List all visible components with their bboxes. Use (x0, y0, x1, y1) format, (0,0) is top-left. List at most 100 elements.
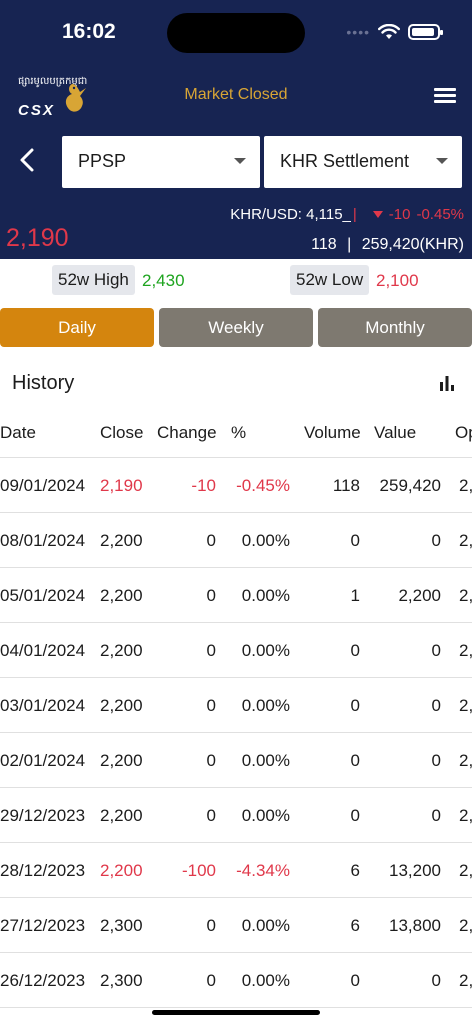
status-time: 16:02 (62, 20, 116, 43)
settlement-dropdown[interactable]: KHR Settlement (264, 136, 462, 188)
volume-value-line: 118 | 259,420(KHR) (311, 236, 464, 254)
cell-value: 0 (431, 806, 441, 825)
symbol-dropdown-value: PPSP (78, 151, 127, 171)
cell-value: 0 (431, 751, 441, 770)
back-chevron-icon[interactable] (16, 146, 40, 174)
cell-open: 2, (459, 971, 472, 990)
table-row[interactable]: 02/01/2024 2,200 0 0.00% 0 0 2, (0, 733, 472, 788)
cell-volume: 118 (332, 476, 360, 495)
52-week-range: 52w High 2,430 52w Low 2,100 (0, 259, 472, 303)
cell-volume: 1 (350, 586, 360, 605)
cell-open: 2, (459, 696, 472, 715)
tab-monthly[interactable]: Monthly (318, 308, 472, 347)
cell-close: 2,200 (100, 531, 143, 550)
chevron-down-icon (436, 158, 448, 164)
cell-pct: 0.00% (241, 696, 290, 715)
cell-close: 2,200 (100, 586, 143, 605)
cell-close: 2,200 (100, 696, 143, 715)
cell-volume: 6 (350, 916, 360, 935)
cell-volume: 0 (350, 751, 360, 770)
price-change: -10 (388, 206, 411, 223)
cell-close: 2,300 (100, 916, 143, 935)
cell-open: 2, (459, 916, 472, 935)
cell-change: 0 (206, 696, 216, 715)
hamburger-menu-icon[interactable] (434, 88, 456, 104)
cell-value: 0 (431, 971, 441, 990)
bar-chart-icon[interactable] (439, 375, 455, 391)
column-header-change: Change (157, 423, 217, 442)
cell-date: 03/01/2024 (0, 696, 86, 715)
cell-open: 2, (459, 861, 472, 880)
table-row[interactable]: 04/01/2024 2,200 0 0.00% 0 0 2, (0, 623, 472, 678)
tab-weekly[interactable]: Weekly (159, 308, 313, 347)
column-header-value: Value (374, 423, 417, 442)
table-row[interactable]: 03/01/2024 2,200 0 0.00% 0 0 2, (0, 678, 472, 733)
cell-change: -100 (181, 861, 216, 880)
cell-change: -10 (191, 476, 216, 495)
cellular-signal-icon: •••• (346, 24, 370, 40)
table-body: 09/01/2024 2,190 -10 -0.45% 118 259,420 2, 08/0… (0, 458, 472, 1008)
cell-date: 27/12/2023 (0, 916, 86, 935)
cell-pct: 0.00% (241, 916, 290, 935)
column-header-open: Op (455, 423, 472, 442)
cell-change: 0 (206, 916, 216, 935)
last-price: 2,190 (6, 224, 69, 252)
status-icons: •••• (346, 24, 443, 40)
cell-pct: -4.34% (236, 861, 290, 880)
table-row[interactable]: 05/01/2024 2,200 0 0.00% 1 2,200 2, (0, 568, 472, 623)
cell-change: 0 (206, 971, 216, 990)
table-row[interactable]: 28/12/2023 2,200 -100 -4.34% 6 13,200 2, (0, 843, 472, 898)
cell-date: 08/01/2024 (0, 531, 86, 550)
cell-pct: 0.00% (241, 586, 290, 605)
market-status: Market Closed (184, 86, 288, 103)
cell-date: 28/12/2023 (0, 861, 86, 880)
table-row[interactable]: 27/12/2023 2,300 0 0.00% 6 13,800 2, (0, 898, 472, 953)
52w-high-label: 52w High (52, 265, 135, 295)
symbol-dropdown[interactable]: PPSP (62, 136, 260, 188)
cell-open: 2, (459, 806, 472, 825)
table-row[interactable]: 29/12/2023 2,200 0 0.00% 0 0 2, (0, 788, 472, 843)
cell-close: 2,200 (100, 641, 143, 660)
tab-daily[interactable]: Daily (0, 308, 154, 347)
cell-value: 0 (431, 531, 441, 550)
cell-change: 0 (206, 531, 216, 550)
cell-pct: 0.00% (241, 806, 290, 825)
table-row[interactable]: 08/01/2024 2,200 0 0.00% 0 0 2, (0, 513, 472, 568)
settlement-dropdown-value: KHR Settlement (280, 151, 410, 171)
wifi-icon (378, 24, 400, 39)
cell-pct: 0.00% (241, 531, 290, 550)
cell-volume: 0 (350, 806, 360, 825)
table-row[interactable]: 09/01/2024 2,190 -10 -0.45% 118 259,420 2, (0, 458, 472, 513)
cell-open: 2, (459, 586, 472, 605)
cell-open: 2, (459, 751, 472, 770)
table-row[interactable]: 26/12/2023 2,300 0 0.00% 0 0 2, (0, 953, 472, 1008)
cell-open: 2, (459, 476, 472, 495)
home-indicator[interactable] (152, 1010, 320, 1015)
cell-close: 2,200 (100, 751, 143, 770)
cell-open: 2, (459, 531, 472, 550)
table-header: Date Close Change % Volume Value Op (0, 408, 472, 458)
price-change-pct: -0.45% (416, 206, 464, 223)
fx-rate-label: KHR/USD: 4,115_ (230, 206, 351, 223)
column-header-date: Date (0, 423, 36, 442)
cell-open: 2, (459, 641, 472, 660)
cell-date: 02/01/2024 (0, 751, 86, 770)
logo-csx-text: CSX (18, 102, 55, 119)
cell-date: 09/01/2024 (0, 476, 86, 495)
cell-pct: 0.00% (241, 971, 290, 990)
52w-high-value: 2,430 (142, 271, 185, 290)
cell-pct: 0.00% (241, 641, 290, 660)
cell-close: 2,300 (100, 971, 143, 990)
fx-rate-cursor: | (352, 206, 357, 223)
cell-value: 0 (431, 641, 441, 660)
cell-close: 2,200 (100, 861, 143, 880)
cell-volume: 0 (350, 696, 360, 715)
battery-icon (408, 24, 443, 40)
traded-value: 259,420(KHR) (361, 236, 464, 253)
history-title: History (12, 372, 75, 394)
cell-value: 13,200 (389, 861, 441, 880)
cell-close: 2,200 (100, 806, 143, 825)
cell-pct: 0.00% (241, 751, 290, 770)
cell-date: 29/12/2023 (0, 806, 86, 825)
cell-value: 0 (431, 696, 441, 715)
